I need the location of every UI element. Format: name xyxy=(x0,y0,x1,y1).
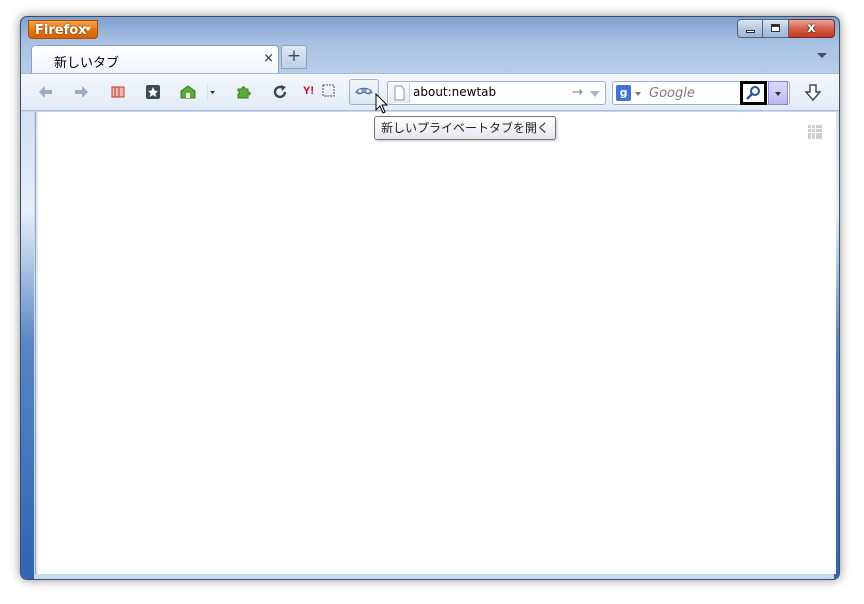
grid-toggle-icon[interactable] xyxy=(808,124,822,139)
go-arrow-icon[interactable]: → xyxy=(572,85,583,100)
mouse-cursor-icon xyxy=(375,92,389,119)
tab-new-tab[interactable]: 新しいタブ × xyxy=(31,45,279,73)
search-dropdown-button[interactable] xyxy=(768,81,788,105)
search-button[interactable] xyxy=(740,81,767,105)
new-tab-button[interactable]: + xyxy=(281,45,307,69)
magnifier-icon xyxy=(746,86,760,100)
firefox-menu-button[interactable]: Firefox xyxy=(28,20,98,39)
search-engine-icon[interactable]: g xyxy=(616,85,631,101)
tab-title: 新しいタブ xyxy=(54,56,120,71)
chevron-down-icon xyxy=(85,27,91,31)
chevron-down-icon[interactable] xyxy=(207,83,217,101)
reload-icon[interactable] xyxy=(271,83,291,101)
chevron-down-icon[interactable] xyxy=(635,92,641,96)
url-text[interactable]: about:newtab xyxy=(413,85,496,99)
forward-arrow-icon[interactable] xyxy=(72,83,92,101)
page-icon xyxy=(389,83,410,103)
browser-window: Firefox x 新しいタブ × + Y! about:newtab → g … xyxy=(20,16,840,580)
page-content[interactable] xyxy=(35,112,836,574)
back-arrow-icon[interactable] xyxy=(37,83,57,101)
history-dropdown-icon[interactable] xyxy=(590,91,600,97)
url-bar[interactable]: about:newtab → xyxy=(387,81,606,105)
svg-text:Y!: Y! xyxy=(303,85,314,97)
puzzle-icon[interactable] xyxy=(234,83,254,101)
bookmarks-icon[interactable] xyxy=(109,83,129,101)
close-window-button[interactable]: x xyxy=(789,19,835,38)
search-bar[interactable]: g Google xyxy=(612,81,790,105)
maximize-button[interactable] xyxy=(763,19,789,38)
navigation-toolbar: Y! about:newtab → g Google xyxy=(21,73,839,111)
tooltip: 新しいプライベートタブを開く xyxy=(374,116,557,140)
download-icon[interactable] xyxy=(804,83,824,102)
minimize-button[interactable] xyxy=(737,19,763,38)
window-frame-left xyxy=(21,112,34,579)
home-icon[interactable] xyxy=(179,83,199,101)
search-input[interactable]: Google xyxy=(649,86,695,101)
list-all-tabs-icon[interactable] xyxy=(817,53,827,58)
window-controls: x xyxy=(737,19,835,39)
content-border xyxy=(36,112,38,574)
star-icon[interactable] xyxy=(144,83,164,101)
firefox-menu-label: Firefox xyxy=(35,23,87,38)
tab-close-icon[interactable]: × xyxy=(263,51,274,66)
yahoo-icon[interactable]: Y! xyxy=(302,83,336,101)
close-icon: x xyxy=(807,21,816,36)
